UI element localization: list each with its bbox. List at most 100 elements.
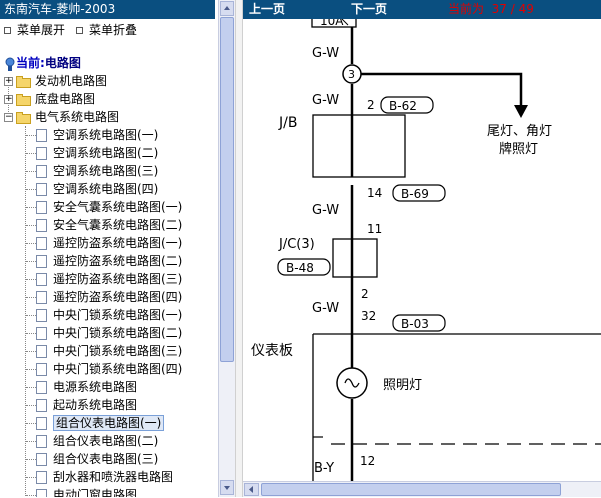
tree-folder-chassis[interactable]: + 底盘电路图 (4, 90, 95, 108)
scroll-down-arrow-icon[interactable] (220, 480, 234, 495)
illumination-lamp (336, 367, 368, 399)
content-h-scrollbar[interactable] (243, 481, 601, 497)
document-icon (36, 345, 47, 358)
tree-item[interactable]: 遥控防盗系统电路图(一) (36, 234, 182, 252)
tree-item[interactable]: 组合仪表电路图(三) (36, 450, 158, 468)
scrollbar-thumb[interactable] (261, 483, 561, 496)
tree-item[interactable]: 空调系统电路图(三) (36, 162, 158, 180)
document-icon (36, 201, 47, 214)
connector-label: B-03 (401, 317, 429, 331)
tree-item[interactable]: 电源系统电路图 (36, 378, 137, 396)
junction-block (312, 114, 406, 178)
sidebar-panel: 东南汽车-菱帅-2003 菜单展开 菜单折叠 当前:电路图 + 发动机电路图 + 底… (0, 0, 218, 497)
prev-page-link[interactable]: 上一页 (249, 0, 285, 19)
wiring-diagram: 10A G-W G-W G-W G-W B-Y 3 尾灯、角灯 牌照灯 2 B-… (251, 19, 601, 481)
content-panel: 上一页 下一页 当前为 37 / 49 10A G-W G-W G-W G-W … (243, 0, 601, 497)
tree-guide (26, 315, 36, 316)
tree-item[interactable]: 中央门锁系统电路图(一) (36, 306, 182, 324)
document-icon (36, 489, 47, 497)
tree-item[interactable]: 起动系统电路图 (36, 396, 137, 414)
tree-item[interactable]: 组合仪表电路图(一) (36, 414, 165, 432)
wire-label: B-Y (314, 461, 334, 476)
document-icon (36, 381, 47, 394)
document-icon (36, 147, 47, 160)
tree-guide (26, 261, 36, 262)
tree-item[interactable]: 组合仪表电路图(二) (36, 432, 158, 450)
tree-folder-electrical[interactable]: − 电气系统电路图 (4, 108, 119, 126)
tree-item[interactable]: 遥控防盗系统电路图(三) (36, 270, 182, 288)
tree-guide (26, 153, 36, 154)
folder-icon (16, 93, 32, 106)
sidebar-scrollbar[interactable] (218, 0, 235, 497)
tree-guide (26, 441, 36, 442)
tree-item-label: 空调系统电路图(一) (53, 128, 159, 142)
pin-label: 12 (360, 454, 375, 468)
tree-item[interactable]: 刮水器和喷洗器电路图 (36, 468, 173, 486)
document-icon (36, 165, 47, 178)
tree-item-label: 安全气囊系统电路图(二) (53, 218, 183, 232)
document-icon (36, 471, 47, 484)
current-label: 当前: (16, 56, 45, 70)
tree-item-label: 组合仪表电路图(二) (53, 434, 159, 448)
scrollbar-thumb[interactable] (220, 17, 234, 362)
pane-splitter[interactable] (235, 0, 243, 497)
document-icon (36, 291, 47, 304)
document-icon (36, 435, 47, 448)
jc-label: J/C(3) (278, 237, 315, 252)
tree-item[interactable]: 中央门锁系统电路图(三) (36, 342, 182, 360)
tree-item[interactable]: 中央门锁系统电路图(二) (36, 324, 182, 342)
wire-label: G-W (312, 93, 339, 108)
tree-item[interactable]: 遥控防盗系统电路图(四) (36, 288, 182, 306)
page-value: 37 / 49 (491, 2, 534, 16)
tree-guide (26, 423, 36, 424)
tree-item-label: 中央门锁系统电路图(二) (53, 326, 183, 340)
menu-collapse-label: 菜单折叠 (89, 23, 138, 37)
sidebar-title: 东南汽车-菱帅-2003 (0, 0, 215, 19)
tree-guide (26, 135, 36, 136)
splice-label: 3 (348, 68, 355, 81)
connector-b03: B-03 (392, 314, 446, 332)
tree-item-label: 遥控防盗系统电路图(四) (53, 290, 183, 304)
page-indicator: 当前为 37 / 49 (448, 0, 534, 19)
scroll-up-arrow-icon[interactable] (220, 1, 234, 16)
next-page-link[interactable]: 下一页 (351, 0, 387, 19)
page-nav-bar: 上一页 下一页 当前为 37 / 49 (243, 0, 601, 19)
tree-guide (26, 333, 36, 334)
tree-item[interactable]: 空调系统电路图(一) (36, 126, 158, 144)
menu-collapse-button[interactable]: 菜单折叠 (72, 22, 137, 38)
tree-item[interactable]: 电动门窗电路图 (36, 486, 137, 497)
tree-item[interactable]: 遥控防盗系统电路图(二) (36, 252, 182, 270)
tree-item-label: 安全气囊系统电路图(一) (53, 200, 183, 214)
expand-plus-icon[interactable]: + (4, 95, 13, 104)
square-icon (4, 27, 11, 34)
tree-guide (26, 225, 36, 226)
tree-item-label: 空调系统电路图(三) (53, 164, 159, 178)
tree-guide (26, 405, 36, 406)
document-icon (36, 363, 47, 376)
document-icon (36, 309, 47, 322)
menu-expand-button[interactable]: 菜单展开 (0, 22, 65, 38)
square-icon (76, 27, 83, 34)
document-icon (36, 219, 47, 232)
wire-label: G-W (312, 203, 339, 218)
scroll-left-arrow-icon[interactable] (244, 483, 259, 496)
tree-folder-label: 底盘电路图 (35, 92, 96, 106)
tree-item[interactable]: 中央门锁系统电路图(四) (36, 360, 182, 378)
document-icon (36, 255, 47, 268)
tree-guide (26, 171, 36, 172)
tree-guide (26, 189, 36, 190)
folder-open-icon (16, 111, 32, 124)
tree-item-label: 遥控防盗系统电路图(二) (53, 254, 183, 268)
tree-item[interactable]: 空调系统电路图(二) (36, 144, 158, 162)
collapse-minus-icon[interactable]: − (4, 113, 13, 122)
tree-folder-engine[interactable]: + 发动机电路图 (4, 72, 107, 90)
connector-label: B-62 (389, 99, 417, 113)
expand-plus-icon[interactable]: + (4, 77, 13, 86)
document-icon (36, 453, 47, 466)
tree-item-label: 遥控防盗系统电路图(一) (53, 236, 183, 250)
page-label: 当前为 (448, 2, 485, 16)
tree-item[interactable]: 空调系统电路图(四) (36, 180, 158, 198)
tree-guide (26, 369, 36, 370)
tree-item[interactable]: 安全气囊系统电路图(二) (36, 216, 182, 234)
tree-item[interactable]: 安全气囊系统电路图(一) (36, 198, 182, 216)
